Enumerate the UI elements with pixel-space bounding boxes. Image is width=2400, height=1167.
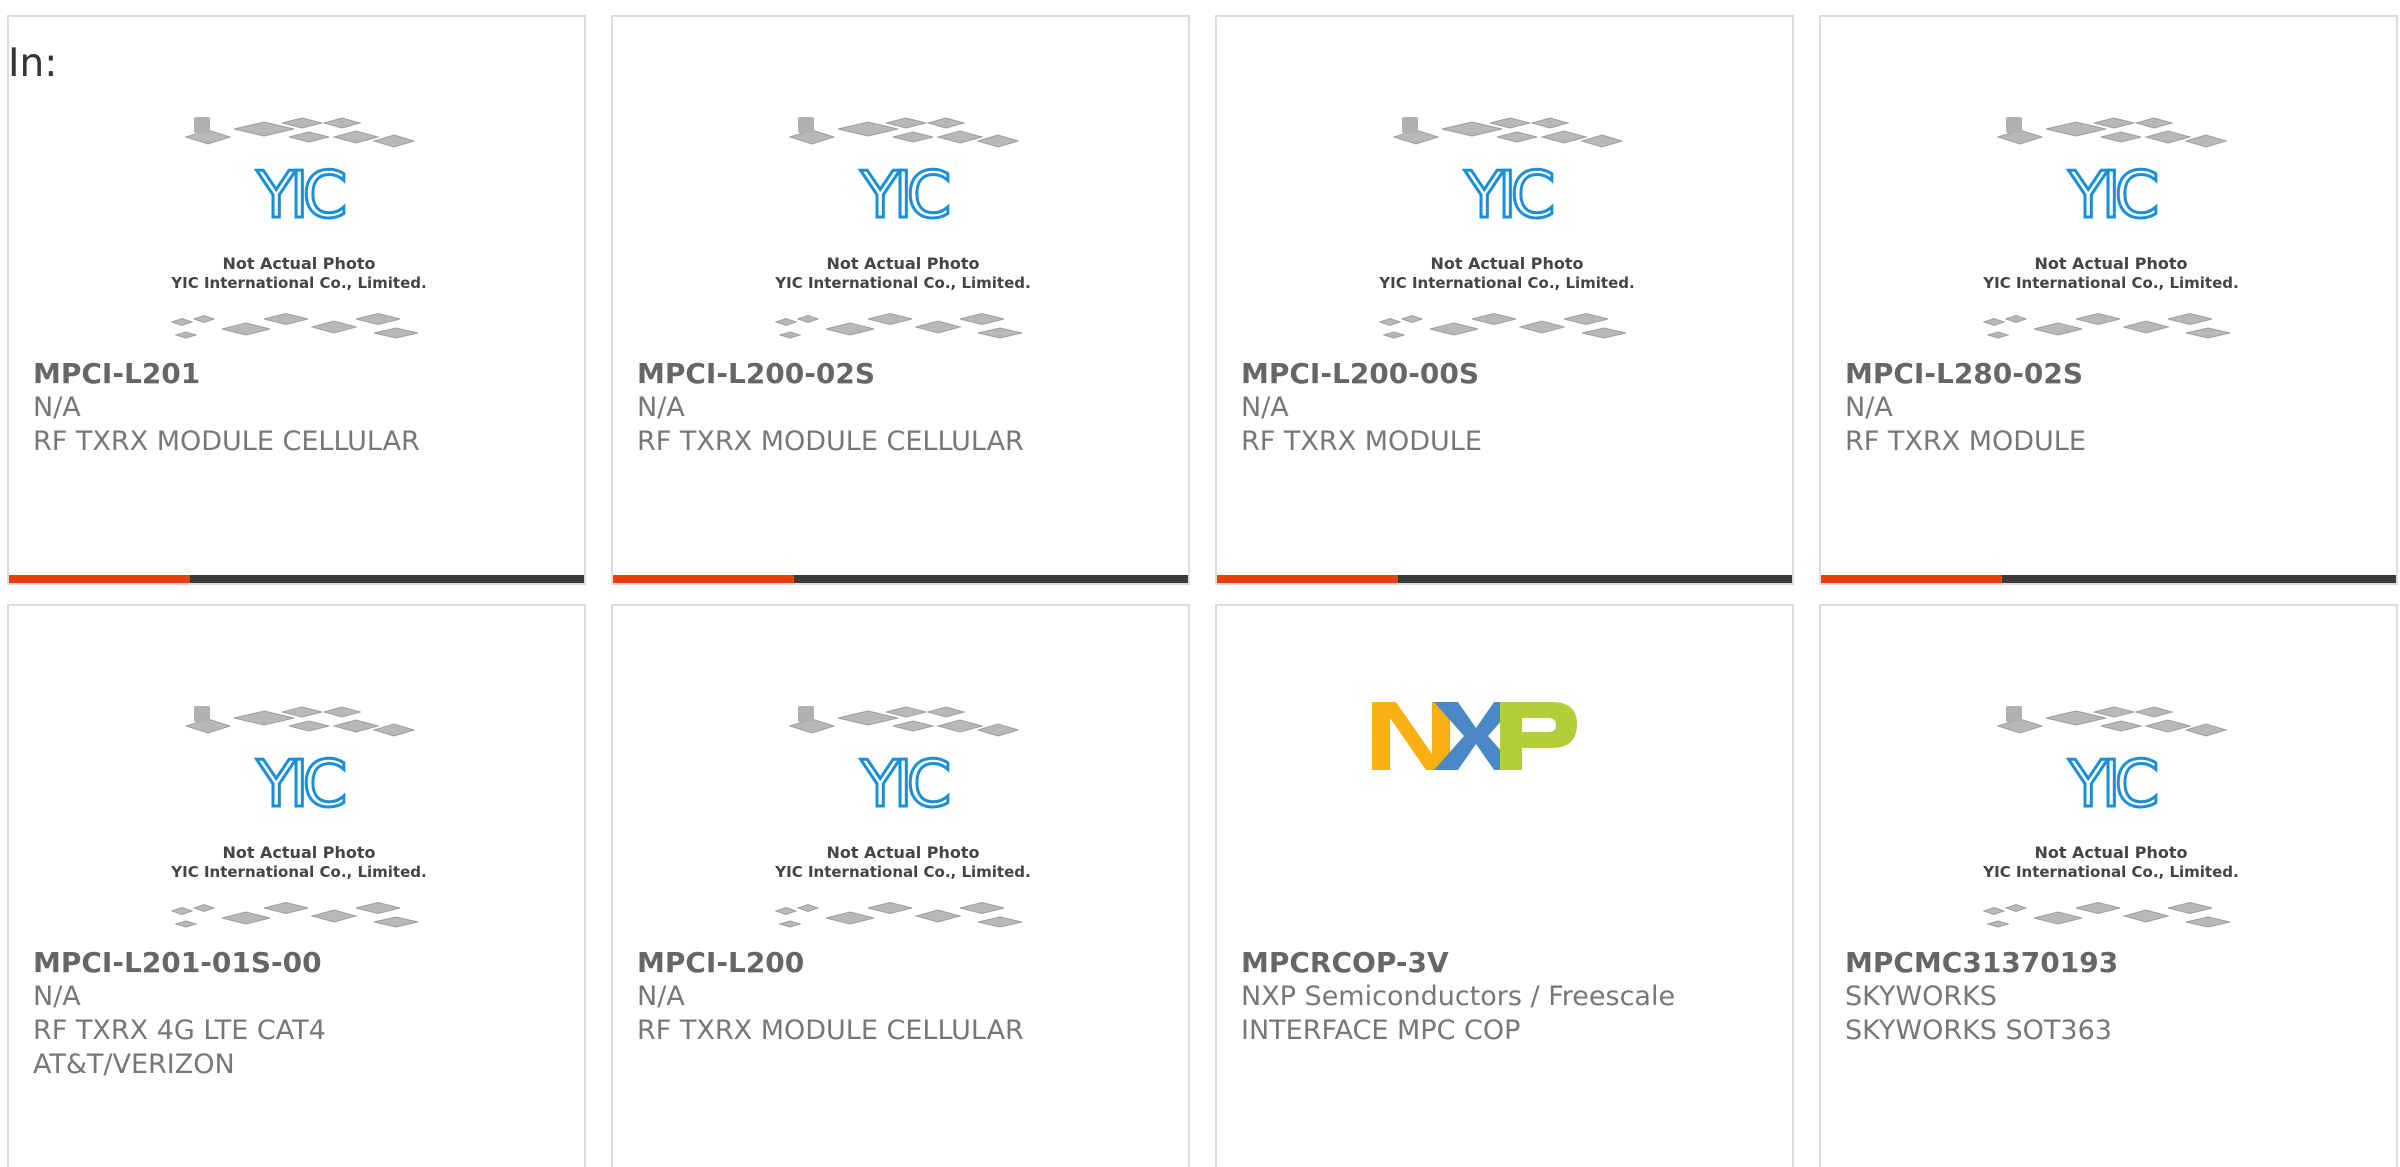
yic-logo-icon: YIC <box>1464 159 1553 233</box>
placeholder-caption-line1: Not Actual Photo <box>2034 843 2187 862</box>
placeholder-caption-line2: YIC International Co., Limited. <box>1378 274 1634 292</box>
yic-logo-icon: YIC <box>256 159 345 233</box>
product-info: MPCI-L200-02S N/A RF TXRX MODULE CELLULA… <box>637 357 1167 459</box>
manufacturer: N/A <box>637 392 685 423</box>
placeholder-caption-line2: YIC International Co., Limited. <box>170 274 426 292</box>
card-accent-bar <box>9 575 190 583</box>
part-number[interactable]: MPCI-L201 <box>33 357 563 391</box>
yic-logo-icon: YIC <box>2068 748 2157 822</box>
placeholder-photo: YIC Not Actual Photo YIC International Co.… <box>613 696 1188 946</box>
placeholder-caption-line2: YIC International Co., Limited. <box>774 274 1030 292</box>
nxp-logo-icon <box>1372 702 1577 770</box>
card-bottom-bar <box>1217 575 1792 583</box>
part-number[interactable]: MPCI-L200-02S <box>637 357 1167 391</box>
manufacturer: N/A <box>33 981 81 1012</box>
part-number[interactable]: MPCI-L200-00S <box>1241 357 1771 391</box>
product-card[interactable]: YIC Not Actual Photo YIC International Co.… <box>1215 15 1794 585</box>
placeholder-caption-line2: YIC International Co., Limited. <box>774 863 1030 881</box>
placeholder-photo: YIC Not Actual Photo YIC International Co.… <box>1821 696 2396 946</box>
description: INTERFACE MPC COP <box>1241 1015 1521 1046</box>
manufacturer: N/A <box>1241 392 1289 423</box>
card-accent-bar <box>613 575 794 583</box>
card-accent-bar <box>1217 575 1398 583</box>
yic-logo-icon: YIC <box>2068 159 2157 233</box>
manufacturer: NXP Semiconductors / Freescale <box>1241 981 1676 1012</box>
placeholder-caption-line1: Not Actual Photo <box>826 843 979 862</box>
placeholder-photo: YIC Not Actual Photo YIC International Co.… <box>9 107 584 357</box>
description: RF TXRX 4G LTE CAT4 <box>33 1015 326 1046</box>
placeholder-caption-line1: Not Actual Photo <box>826 254 979 273</box>
product-info: MPCRCOP-3V NXP Semiconductors / Freescal… <box>1241 946 1771 1048</box>
yic-logo-icon: YIC <box>256 748 345 822</box>
placeholder-caption-line2: YIC International Co., Limited. <box>1982 274 2238 292</box>
product-card[interactable]: YIC Not Actual Photo YIC International Co.… <box>7 15 586 585</box>
product-card[interactable]: YIC Not Actual Photo YIC International Co.… <box>1819 604 2398 1167</box>
placeholder-photo: YIC Not Actual Photo YIC International Co.… <box>9 696 584 946</box>
card-accent-bar <box>1821 575 2002 583</box>
product-card[interactable]: MPCRCOP-3V NXP Semiconductors / Freescal… <box>1215 604 1794 1167</box>
product-card[interactable]: YIC Not Actual Photo YIC International Co.… <box>1819 15 2398 585</box>
description: RF TXRX MODULE <box>1845 426 2086 457</box>
product-card[interactable]: YIC Not Actual Photo YIC International Co.… <box>611 604 1190 1167</box>
description: RF TXRX MODULE <box>1241 426 1482 457</box>
product-info: MPCI-L200 N/A RF TXRX MODULE CELLULAR <box>637 946 1167 1048</box>
manufacturer: N/A <box>637 981 685 1012</box>
card-bottom-bar <box>1821 575 2396 583</box>
part-number[interactable]: MPCRCOP-3V <box>1241 946 1771 980</box>
manufacturer: SKYWORKS <box>1845 981 1997 1012</box>
description: RF TXRX MODULE CELLULAR <box>637 426 1024 457</box>
product-card[interactable]: YIC Not Actual Photo YIC International Co.… <box>7 604 586 1167</box>
placeholder-caption-line2: YIC International Co., Limited. <box>170 863 426 881</box>
in-label: In: <box>8 41 58 86</box>
card-bottom-bar <box>613 575 1188 583</box>
placeholder-photo: YIC Not Actual Photo YIC International Co.… <box>613 107 1188 357</box>
product-card[interactable]: YIC Not Actual Photo YIC International Co.… <box>611 15 1190 585</box>
description-line2: AT&T/VERIZON <box>33 1049 235 1080</box>
part-number[interactable]: MPCMC31370193 <box>1845 946 2375 980</box>
placeholder-caption-line1: Not Actual Photo <box>222 254 375 273</box>
description: RF TXRX MODULE CELLULAR <box>637 1015 1024 1046</box>
placeholder-caption-line1: Not Actual Photo <box>2034 254 2187 273</box>
placeholder-caption-line1: Not Actual Photo <box>222 843 375 862</box>
nxp-product-photo <box>1217 696 1792 946</box>
description: SKYWORKS SOT363 <box>1845 1015 2112 1046</box>
manufacturer: N/A <box>1845 392 1893 423</box>
product-info: MPCMC31370193 SKYWORKS SKYWORKS SOT363 <box>1845 946 2375 1048</box>
description: RF TXRX MODULE CELLULAR <box>33 426 420 457</box>
product-info: MPCI-L201-01S-00 N/A RF TXRX 4G LTE CAT4… <box>33 946 563 1082</box>
placeholder-photo: YIC Not Actual Photo YIC International Co.… <box>1217 107 1792 357</box>
part-number[interactable]: MPCI-L201-01S-00 <box>33 946 563 980</box>
yic-logo-icon: YIC <box>860 159 949 233</box>
card-bottom-bar <box>9 575 584 583</box>
product-info: MPCI-L200-00S N/A RF TXRX MODULE <box>1241 357 1771 459</box>
part-number[interactable]: MPCI-L280-02S <box>1845 357 2375 391</box>
placeholder-caption-line1: Not Actual Photo <box>1430 254 1583 273</box>
product-grid-page: In: YIC Not Actual Photo YIC International… <box>0 0 2400 1167</box>
product-info: MPCI-L280-02S N/A RF TXRX MODULE <box>1845 357 2375 459</box>
part-number[interactable]: MPCI-L200 <box>637 946 1167 980</box>
product-info: MPCI-L201 N/A RF TXRX MODULE CELLULAR <box>33 357 563 459</box>
yic-logo-icon: YIC <box>860 748 949 822</box>
placeholder-caption-line2: YIC International Co., Limited. <box>1982 863 2238 881</box>
placeholder-photo: YIC Not Actual Photo YIC International Co.… <box>1821 107 2396 357</box>
manufacturer: N/A <box>33 392 81 423</box>
